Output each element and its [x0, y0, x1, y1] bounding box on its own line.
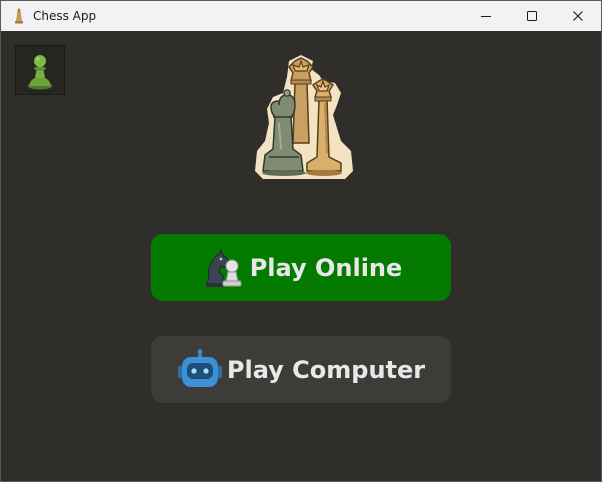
app-window: Chess App Play Online Play Computer [0, 0, 602, 482]
minimize-icon [481, 16, 491, 17]
robot-icon [177, 347, 223, 393]
maximize-button[interactable] [509, 1, 555, 31]
window-title: Chess App [33, 9, 97, 23]
play-online-label: Play Online [249, 253, 403, 282]
play-computer-button[interactable]: Play Computer [151, 336, 451, 403]
chess-pieces-logo [249, 53, 359, 183]
close-icon [573, 11, 583, 21]
chess-king-icon [11, 8, 27, 24]
maximize-icon [527, 11, 537, 21]
pawn-icon [28, 55, 52, 90]
close-button[interactable] [555, 1, 601, 31]
play-computer-label: Play Computer [226, 355, 426, 384]
play-online-button[interactable]: Play Online [151, 234, 451, 301]
title-bar[interactable]: Chess App [1, 1, 601, 31]
pawn-thumbnail[interactable] [15, 45, 65, 95]
window-controls [463, 1, 601, 31]
knight-pawn-icon [200, 245, 246, 291]
main-content: Play Online Play Computer [1, 31, 601, 481]
minimize-button[interactable] [463, 1, 509, 31]
